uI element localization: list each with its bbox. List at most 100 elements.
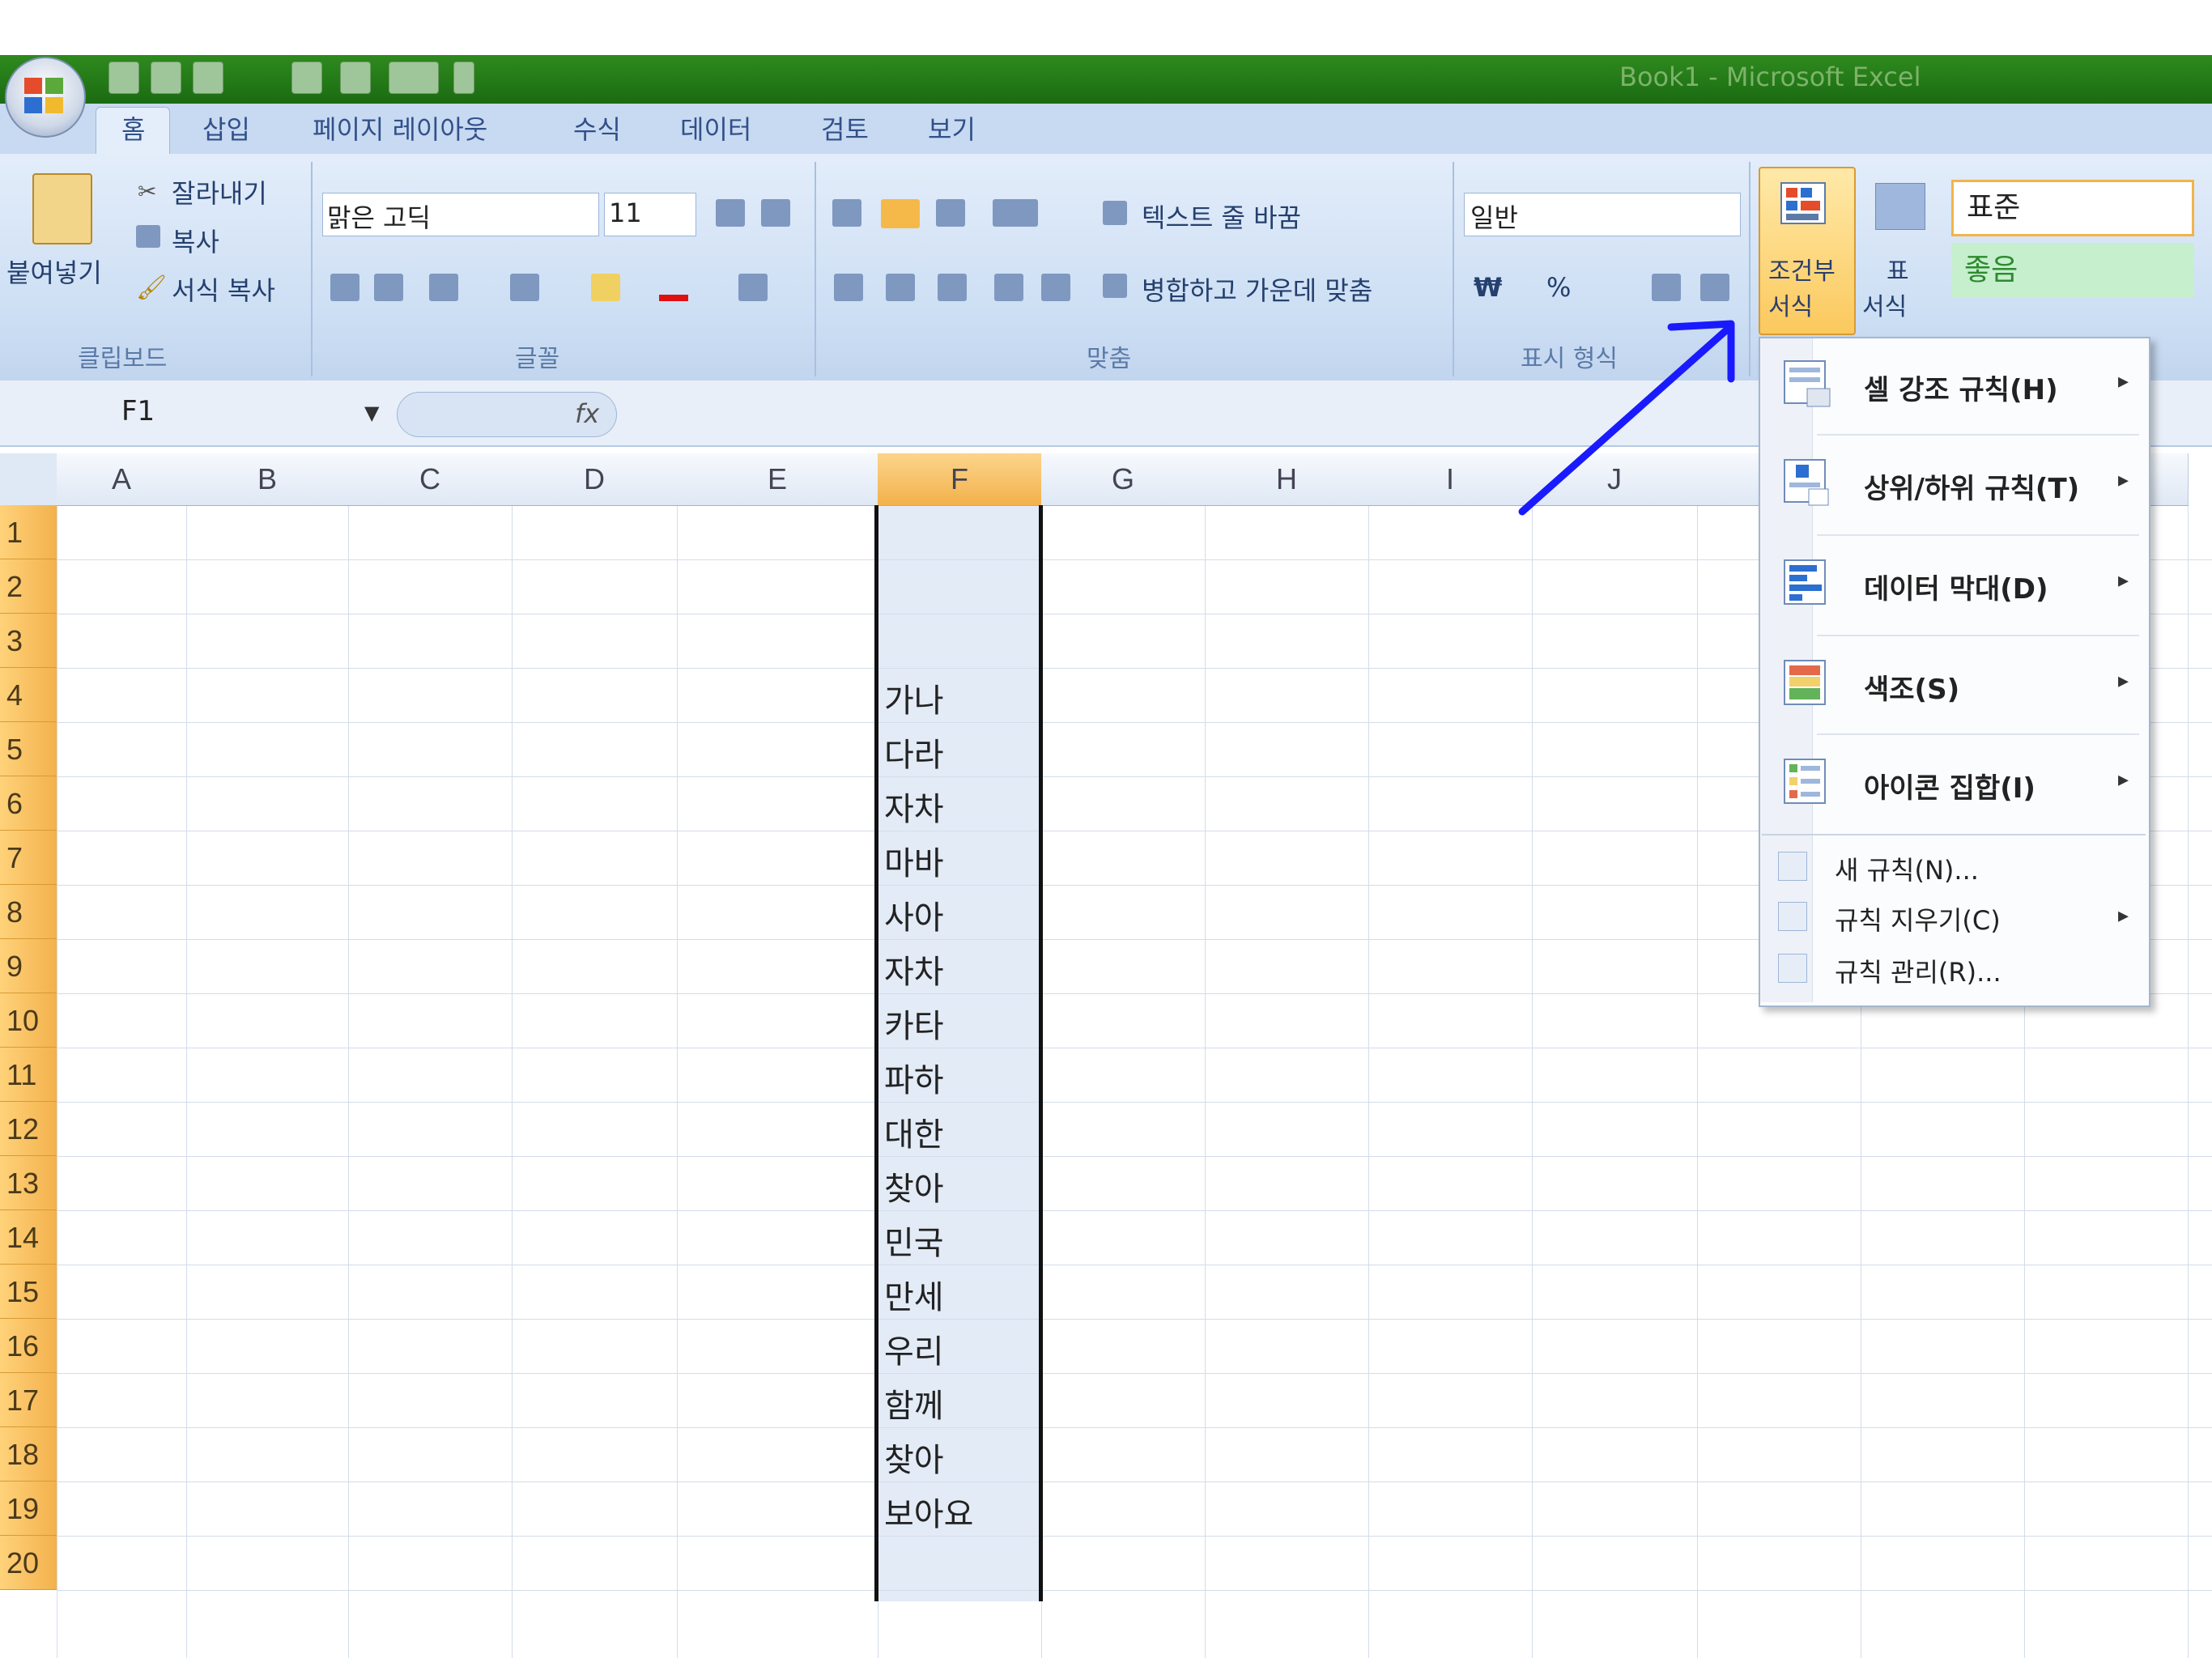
align-middle-icon[interactable] [881, 199, 920, 228]
increase-indent-icon[interactable] [1041, 274, 1070, 301]
number-format-value: 일반 [1470, 202, 1518, 233]
align-top-icon[interactable] [832, 199, 861, 227]
row-header-1[interactable]: 1 [0, 505, 57, 559]
tab-review[interactable]: 검토 [813, 110, 877, 149]
menu-item-top-bottom-rules[interactable]: 상위/하위 규칙(T) ▸ [1765, 439, 2146, 529]
column-header-a[interactable]: A [57, 453, 187, 506]
column-header-j[interactable]: J [1532, 453, 1698, 506]
shrink-font-icon[interactable] [761, 199, 790, 227]
row-header-6[interactable]: 6 [0, 776, 57, 831]
menu-item-new-rule[interactable]: 새 규칙(N)... [1765, 842, 2146, 891]
align-center-icon[interactable] [886, 274, 915, 301]
row-header-17[interactable]: 17 [0, 1373, 57, 1427]
quick-access-icon[interactable] [340, 62, 371, 94]
gridline [57, 1536, 2212, 1537]
tab-insert[interactable]: 삽입 [194, 110, 258, 149]
redo-icon[interactable] [193, 62, 223, 94]
row-header-12[interactable]: 12 [0, 1102, 57, 1156]
row-header-4[interactable]: 4 [0, 668, 57, 722]
row-header-9[interactable]: 9 [0, 939, 57, 993]
office-logo-icon [24, 78, 63, 113]
paste-icon[interactable] [32, 173, 92, 244]
underline-icon[interactable] [429, 274, 458, 301]
align-left-icon[interactable] [834, 274, 863, 301]
select-all-corner[interactable] [0, 453, 57, 506]
new-rule-icon [1778, 852, 1807, 881]
menu-item-manage-rules[interactable]: 규칙 관리(R)... [1765, 944, 2146, 993]
submenu-arrow-icon: ▸ [2118, 369, 2129, 393]
style-normal[interactable]: 표준 [1951, 180, 2194, 236]
column-header-h[interactable]: H [1205, 453, 1369, 506]
row-header-18[interactable]: 18 [0, 1427, 57, 1482]
align-right-icon[interactable] [938, 274, 967, 301]
quick-access-icon[interactable] [389, 62, 439, 94]
align-bottom-icon[interactable] [936, 199, 965, 227]
tab-formulas[interactable]: 수식 [565, 110, 629, 149]
conditional-formatting-label: 조건부 [1768, 257, 1836, 286]
quick-access-icon[interactable] [291, 62, 322, 94]
paste-button[interactable]: 붙여넣기 [6, 253, 102, 290]
grow-font-icon[interactable] [716, 199, 745, 227]
row-header-19[interactable]: 19 [0, 1482, 57, 1536]
phonetic-guide-icon[interactable] [738, 274, 768, 301]
row-header-5[interactable]: 5 [0, 722, 57, 776]
row-header-8[interactable]: 8 [0, 885, 57, 939]
selection-border [874, 505, 1043, 1601]
borders-icon[interactable] [510, 274, 539, 301]
decrease-decimal-icon[interactable] [1700, 274, 1729, 301]
tab-data[interactable]: 데이터 [672, 110, 759, 149]
fill-color-icon[interactable] [591, 274, 620, 301]
row-header-15[interactable]: 15 [0, 1265, 57, 1319]
percent-button[interactable]: % [1546, 272, 1571, 303]
cut-button[interactable]: 잘라내기 [172, 173, 267, 210]
column-header-b[interactable]: B [186, 453, 349, 506]
copy-button[interactable]: 복사 [172, 222, 219, 259]
column-header-i[interactable]: I [1368, 453, 1533, 506]
menu-item-icon-sets[interactable]: 아이콘 집합(I) ▸ [1765, 738, 2146, 829]
bold-icon[interactable] [330, 274, 359, 301]
style-good[interactable]: 좋음 [1951, 243, 2194, 298]
italic-icon[interactable] [374, 274, 403, 301]
increase-decimal-icon[interactable] [1652, 274, 1681, 301]
wrap-text-icon [1103, 201, 1127, 225]
wrap-text-button[interactable]: 텍스트 줄 바꿈 [1142, 198, 1301, 235]
row-header-7[interactable]: 7 [0, 831, 57, 885]
column-header-d[interactable]: D [512, 453, 678, 506]
name-box-dropdown-icon[interactable]: ▼ [364, 402, 379, 424]
customize-dropdown-icon[interactable] [453, 62, 474, 94]
tab-home[interactable]: 홈 [113, 110, 153, 149]
menu-item-data-bars[interactable]: 데이터 막대(D) ▸ [1765, 539, 2146, 630]
name-box[interactable]: F1 [121, 395, 389, 434]
merge-center-button[interactable]: 병합하고 가운데 맞춤 [1142, 270, 1372, 308]
row-header-14[interactable]: 14 [0, 1210, 57, 1265]
row-header-10[interactable]: 10 [0, 993, 57, 1048]
tab-view[interactable]: 보기 [920, 110, 984, 149]
menu-item-clear-rules[interactable]: 규칙 지우기(C) ▸ [1765, 892, 2146, 941]
undo-icon[interactable] [151, 62, 181, 94]
column-header-e[interactable]: E [677, 453, 878, 506]
row-header-20[interactable]: 20 [0, 1536, 57, 1590]
format-as-table-label[interactable]: 서식 [1862, 287, 1907, 322]
row-header-11[interactable]: 11 [0, 1048, 57, 1102]
insert-function-button[interactable]: fx [575, 398, 599, 429]
clipboard-group-label: 클립보드 [78, 345, 168, 373]
decrease-indent-icon[interactable] [994, 274, 1023, 301]
gridline [1368, 505, 1369, 1658]
column-header-f[interactable]: F [878, 453, 1042, 506]
menu-item-color-scales[interactable]: 색조(S) ▸ [1765, 640, 2146, 730]
row-header-3[interactable]: 3 [0, 614, 57, 668]
currency-button[interactable]: ₩ [1474, 272, 1502, 303]
format-as-table-label[interactable]: 표 [1887, 251, 1909, 287]
row-header-16[interactable]: 16 [0, 1319, 57, 1373]
row-header-13[interactable]: 13 [0, 1156, 57, 1210]
font-color-icon[interactable] [659, 274, 688, 301]
menu-divider [1817, 434, 2139, 436]
save-icon[interactable] [108, 62, 139, 94]
row-header-2[interactable]: 2 [0, 559, 57, 614]
menu-item-highlight-rules[interactable]: 셀 강조 규칙(H) ▸ [1765, 340, 2146, 431]
orientation-icon[interactable] [993, 199, 1038, 227]
column-header-g[interactable]: G [1041, 453, 1206, 506]
format-painter-button[interactable]: 서식 복사 [172, 270, 275, 308]
column-header-c[interactable]: C [348, 453, 513, 506]
tab-page-layout[interactable]: 페이지 레이아웃 [304, 110, 496, 149]
